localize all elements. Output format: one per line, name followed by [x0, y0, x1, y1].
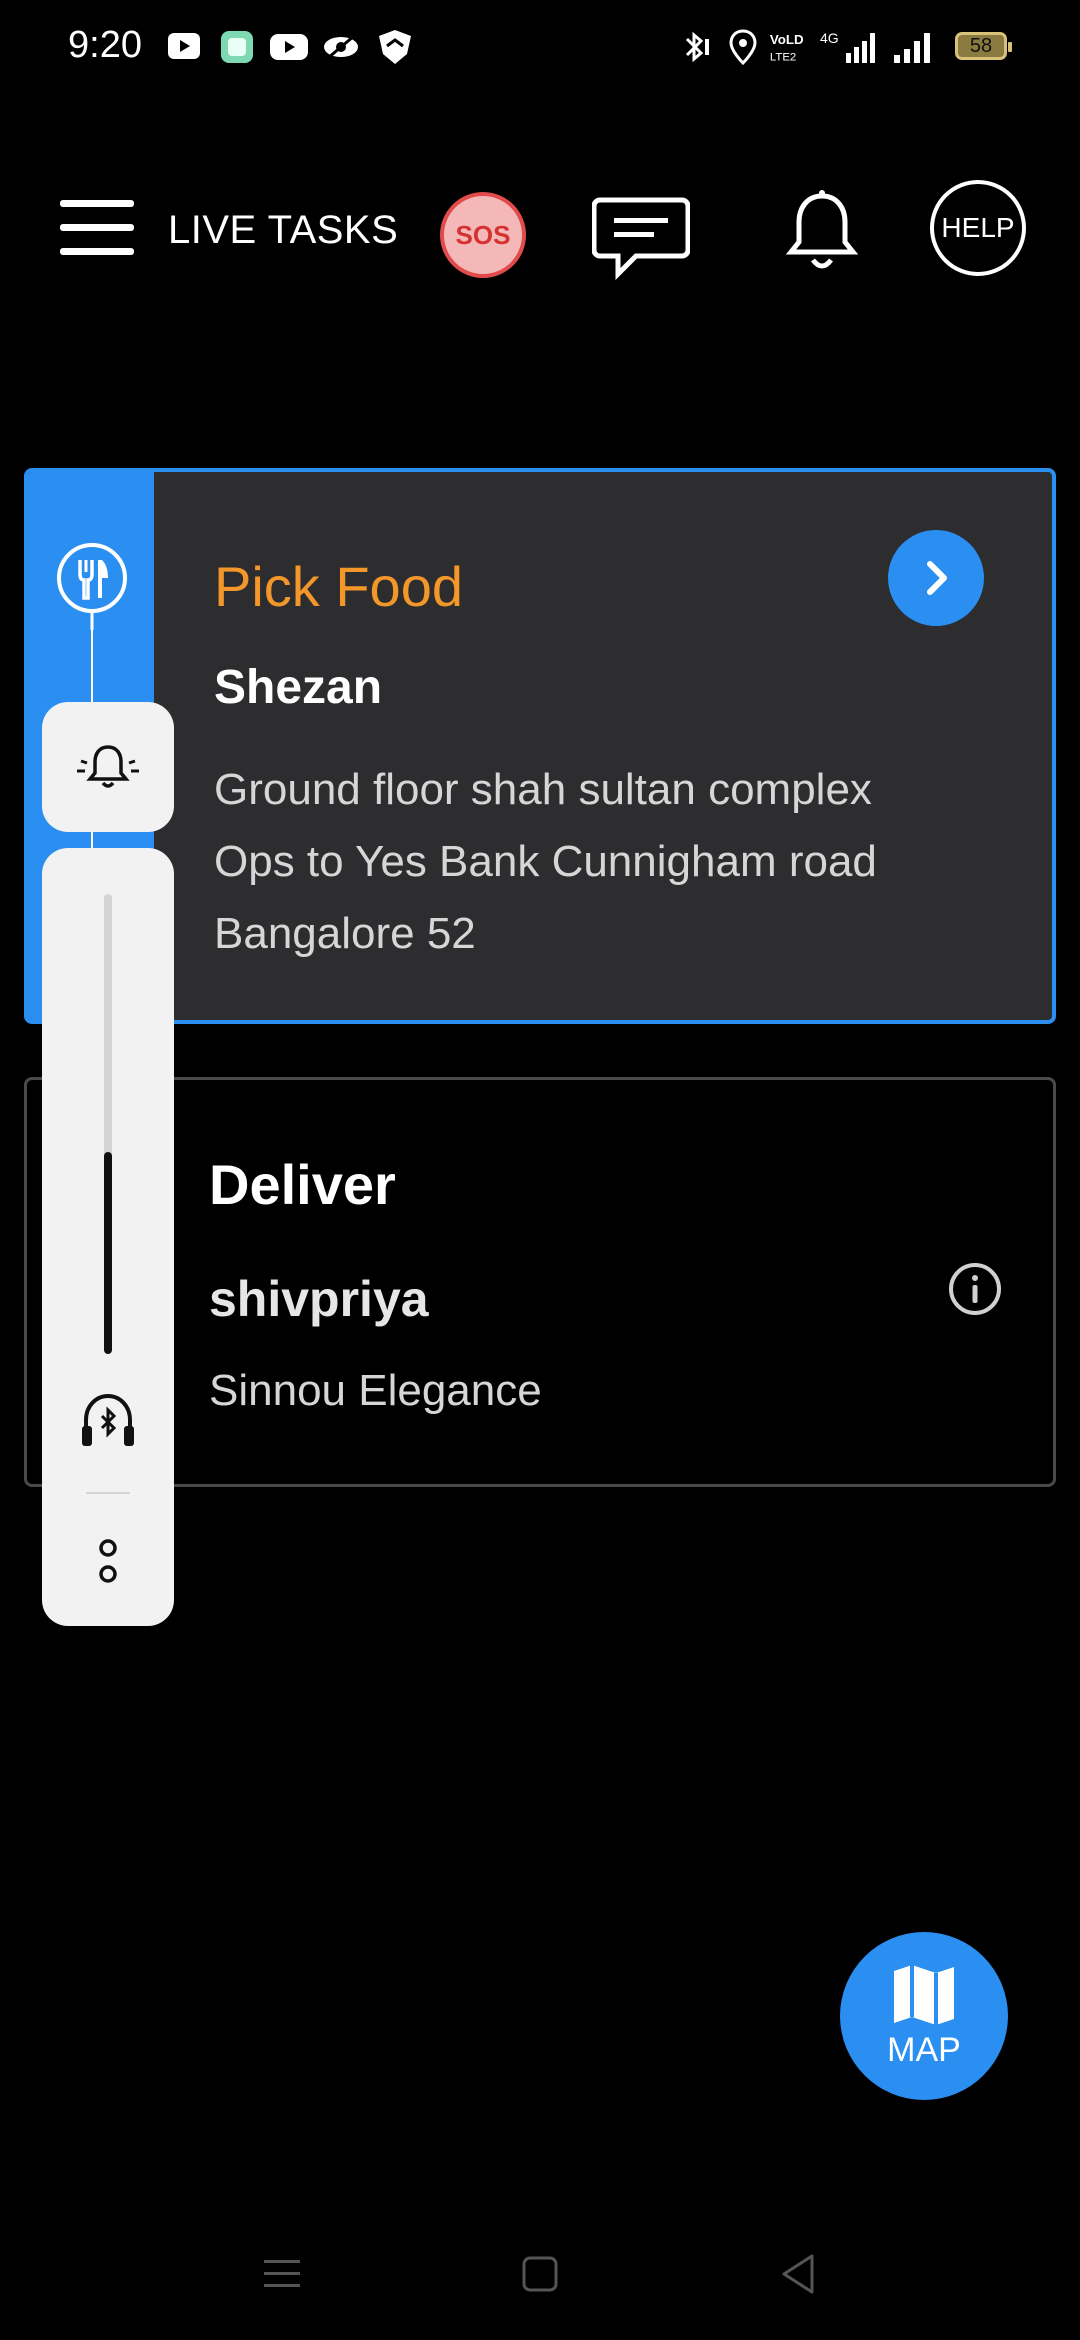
- map-icon: [894, 1964, 954, 2025]
- bell-icon[interactable]: [785, 190, 859, 274]
- delivery-address: Sinnou Elegance: [209, 1366, 542, 1415]
- ring-mode-button[interactable]: [42, 702, 174, 832]
- status-time: 9:20: [68, 24, 142, 66]
- map-label: MAP: [887, 2030, 961, 2069]
- youtube-icon: [270, 28, 308, 66]
- bluetooth-headset-icon[interactable]: [80, 1390, 136, 1452]
- address-line: Ground floor shah sultan complex: [214, 765, 872, 814]
- recents-icon[interactable]: [258, 2250, 306, 2298]
- map-button[interactable]: MAP: [840, 1932, 1008, 2100]
- svg-text:LTE2: LTE2: [770, 51, 796, 63]
- chevron-right-icon: [927, 561, 947, 595]
- location-icon: [724, 28, 762, 66]
- pickup-address: Ground floor shah sultan complex Ops to …: [214, 754, 1014, 970]
- go-to-task-button[interactable]: [888, 530, 984, 626]
- app-icon: [218, 28, 256, 66]
- signal-icon: [892, 28, 940, 66]
- signal-4g-icon: 4G: [820, 28, 880, 66]
- address-line: Bangalore 52: [214, 909, 476, 958]
- pick-heading: Pick Food: [214, 555, 463, 618]
- svg-text:4G: 4G: [820, 30, 839, 46]
- divider: [86, 1492, 130, 1494]
- back-icon[interactable]: [774, 2250, 822, 2298]
- deliver-task-card[interactable]: Deliver shivpriya Sinnou Elegance: [24, 1077, 1056, 1487]
- info-icon[interactable]: [947, 1261, 1003, 1317]
- battery-indicator: 58: [955, 32, 1012, 60]
- shield-app-icon: [376, 28, 414, 66]
- fork-knife-icon: [54, 540, 130, 630]
- home-icon[interactable]: [516, 2250, 564, 2298]
- eye-off-icon: [322, 28, 360, 66]
- more-icon[interactable]: [94, 1534, 122, 1590]
- svg-text:VoLD: VoLD: [770, 32, 804, 47]
- volte-icon: VoLD LTE2: [768, 28, 806, 66]
- customer-name: shivpriya: [209, 1271, 429, 1327]
- bluetooth-icon: [676, 28, 714, 66]
- pick-task-card[interactable]: Pick Food Shezan Ground floor shah sulta…: [24, 468, 1056, 1024]
- sos-button[interactable]: SOS: [440, 192, 526, 278]
- volume-level-fill: [104, 1152, 112, 1354]
- restaurant-name: Shezan: [214, 661, 383, 714]
- menu-icon[interactable]: [60, 198, 134, 258]
- volume-panel[interactable]: [42, 848, 174, 1626]
- deliver-heading: Deliver: [209, 1153, 396, 1216]
- help-button[interactable]: HELP: [930, 180, 1026, 276]
- bell-ring-icon: [77, 745, 139, 788]
- address-line: Ops to Yes Bank Cunnigham road: [214, 837, 877, 886]
- page-title: LIVE TASKS: [168, 208, 399, 252]
- tv-icon: [165, 28, 203, 66]
- chat-icon[interactable]: [591, 196, 691, 281]
